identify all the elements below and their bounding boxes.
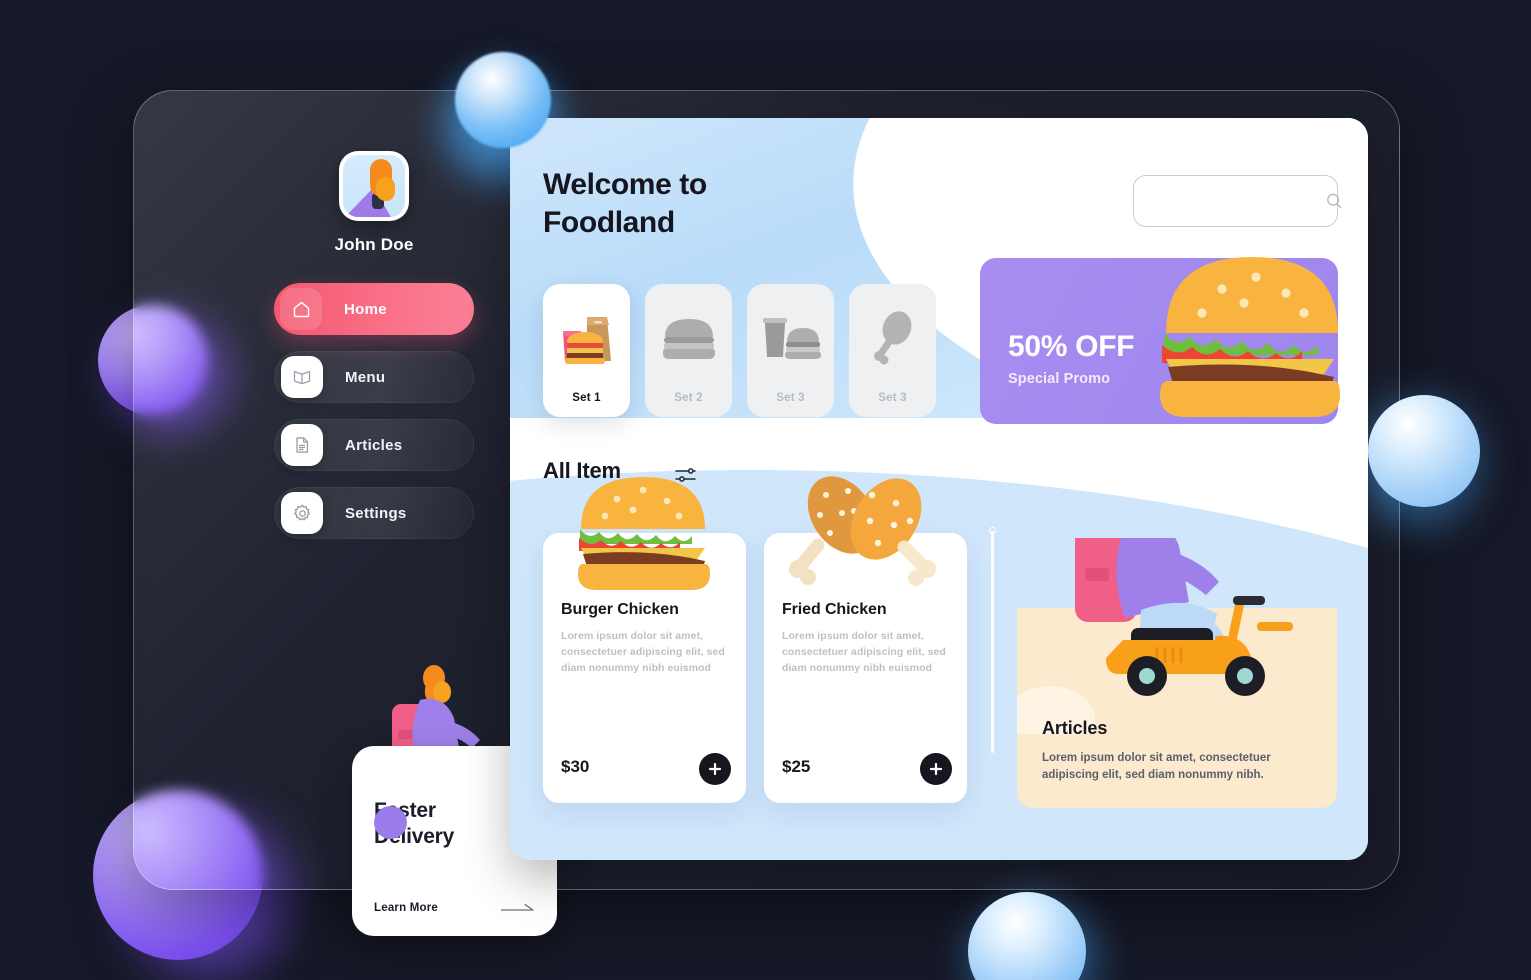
promo-headline: 50% OFF (1008, 330, 1135, 363)
welcome-line2: Foodland (543, 206, 675, 240)
set-tab-1[interactable]: Set 1 (543, 284, 630, 417)
set-tab-label: Set 2 (674, 392, 703, 404)
home-icon (280, 288, 322, 330)
meal-combo-bag-icon (543, 284, 630, 392)
product-price: $25 (782, 757, 811, 776)
drink-burger-icon (747, 284, 834, 392)
promo-accent-dot (374, 806, 407, 839)
search-icon[interactable] (1324, 191, 1344, 211)
product-name: Burger Chicken (561, 601, 679, 618)
sidebar-nav: Home Menu Articles Settings (274, 283, 474, 539)
add-to-cart-button[interactable] (699, 753, 731, 785)
page-title: Welcome to Foodland (543, 166, 707, 243)
sidebar-item-menu[interactable]: Menu (274, 351, 474, 403)
promo-banner[interactable]: 50% OFF Special Promo (980, 257, 1340, 424)
gear-icon (281, 492, 323, 534)
search-box[interactable] (1133, 175, 1342, 227)
scrollbar-thumb-dot[interactable] (989, 527, 996, 534)
sidebar-item-label: Menu (345, 368, 386, 386)
search-input[interactable] (1148, 193, 1324, 209)
promo-link-row[interactable]: Learn More (374, 902, 535, 914)
avatar-illustration (343, 155, 405, 217)
promo-subline: Special Promo (1008, 371, 1111, 387)
plus-icon (708, 762, 722, 776)
set-tabs: Set 1 Set 2 Set 3 Set 3 (543, 284, 936, 417)
product-card[interactable]: Burger Chicken Lorem ipsum dolor sit ame… (543, 477, 746, 803)
fried-chicken-drumsticks-illustration (789, 476, 936, 586)
sidebar-item-home[interactable]: Home (274, 283, 474, 335)
set-tab-4[interactable]: Set 3 (849, 284, 936, 417)
set-tab-3[interactable]: Set 3 (747, 284, 834, 417)
burger-icon (645, 284, 732, 392)
scooter-delivery-illustration (1075, 538, 1293, 696)
product-description: Lorem ipsum dolor sit amet, consectetuer… (782, 630, 946, 674)
decorative-blob-blue-top (455, 52, 551, 148)
decorative-blob-blue-right (1368, 395, 1480, 507)
set-tab-label: Set 3 (878, 392, 907, 404)
burger-illustration (1160, 257, 1340, 417)
sidebar-item-settings[interactable]: Settings (274, 487, 474, 539)
glass-device-frame: John Doe Home Menu Articles Settings Fas… (133, 90, 1400, 936)
add-to-cart-button[interactable] (920, 753, 952, 785)
set-tab-label: Set 3 (776, 392, 805, 404)
avatar[interactable] (339, 151, 409, 221)
set-tab-label: Set 1 (572, 392, 601, 404)
burger-illustration (578, 477, 710, 590)
sidebar-item-label: Articles (345, 436, 403, 454)
article-title: Articles (1042, 718, 1108, 738)
product-name: Fried Chicken (782, 601, 887, 618)
document-icon (281, 424, 323, 466)
learn-more-label: Learn More (374, 902, 438, 914)
article-description: Lorem ipsum dolor sit amet, consectetuer… (1042, 752, 1271, 782)
product-price: $30 (561, 757, 590, 776)
product-description: Lorem ipsum dolor sit amet, consectetuer… (561, 630, 725, 674)
vertical-scrollbar[interactable] (991, 531, 994, 753)
article-card[interactable]: Articles Lorem ipsum dolor sit amet, con… (1017, 538, 1337, 808)
sidebar-item-label: Settings (345, 504, 407, 522)
arrow-right-icon (501, 903, 535, 913)
drumstick-icon (849, 284, 936, 392)
plus-icon (929, 762, 943, 776)
set-tab-2[interactable]: Set 2 (645, 284, 732, 417)
product-card[interactable]: Fried Chicken Lorem ipsum dolor sit amet… (764, 476, 967, 803)
user-name: John Doe (334, 235, 414, 254)
sidebar-item-articles[interactable]: Articles (274, 419, 474, 471)
book-icon (281, 356, 323, 398)
welcome-line1: Welcome to (543, 168, 707, 201)
app-main-panel: Welcome to Foodland Set 1 Set 2 Set 3 Se… (510, 118, 1368, 860)
sidebar-item-label: Home (344, 300, 387, 318)
